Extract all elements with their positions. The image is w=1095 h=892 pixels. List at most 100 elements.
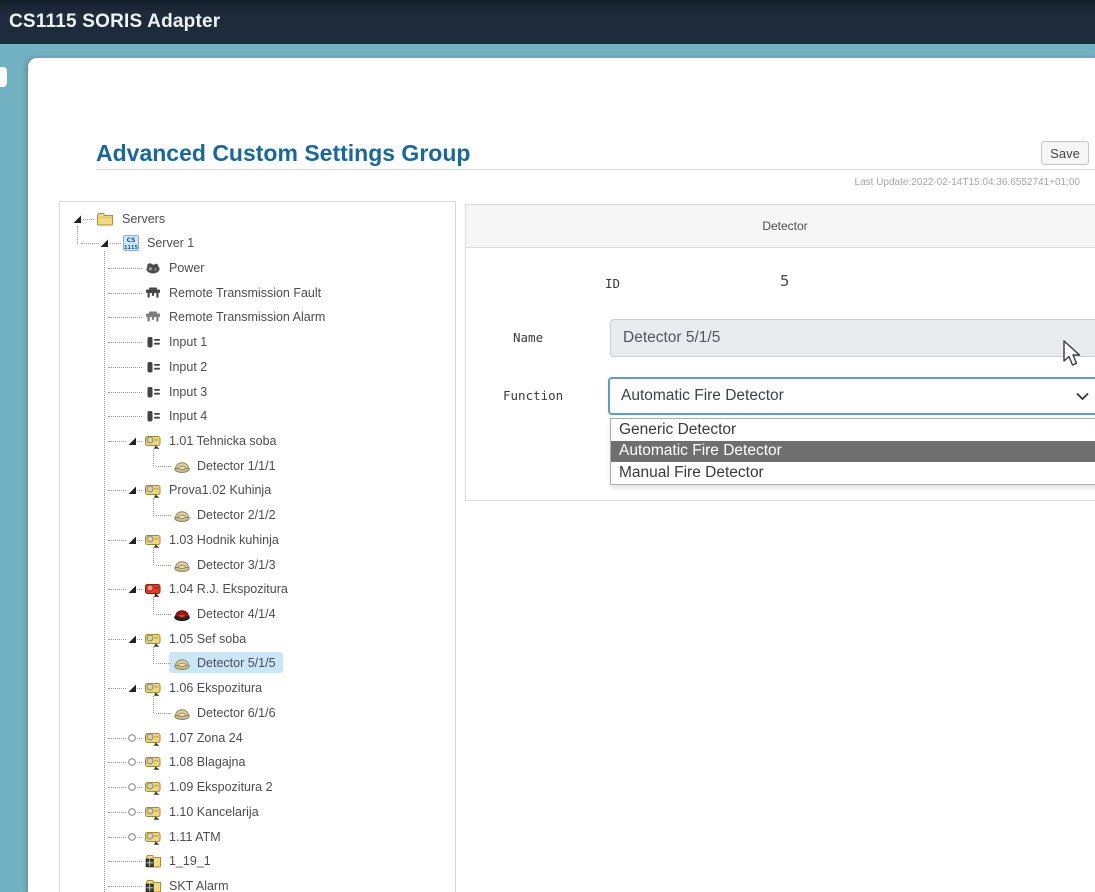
tree-row[interactable]: Prova1.02 Kuhinja (60, 479, 455, 501)
tree-row[interactable]: Remote Transmission Fault (60, 282, 455, 304)
remote-transmission-alarm-icon (144, 309, 162, 325)
tree-row[interactable]: 1.03 Hodnik kuhinja (60, 529, 455, 551)
tree-row[interactable]: 1_19_1 (60, 850, 455, 872)
tree-row[interactable]: 1.05 Sef soba (60, 628, 455, 650)
tree-row[interactable]: Detector 5/1/5 (60, 652, 455, 674)
tree-row[interactable]: Detector 6/1/6 (60, 702, 455, 724)
tree-connector (156, 565, 171, 566)
id-value: 5 (780, 272, 789, 290)
expander-expanded-icon[interactable] (99, 238, 109, 248)
tree-row[interactable]: Remote Transmission Alarm (60, 306, 455, 328)
tree-row[interactable]: CS1115 Server 1 (60, 232, 455, 254)
save-button[interactable]: Save (1041, 141, 1089, 165)
tree-item-label: 1.05 Sef soba (169, 632, 246, 646)
tree-connector (108, 416, 142, 417)
tree-connector (108, 861, 142, 862)
tree-row[interactable]: Input 2 (60, 356, 455, 378)
tree-item-label: Server 1 (147, 236, 194, 250)
tree-item-label: Remote Transmission Alarm (169, 310, 325, 324)
svg-text:1115: 1115 (124, 245, 138, 251)
left-edge-tab[interactable] (0, 67, 7, 87)
zone-icon (144, 680, 162, 696)
name-field[interactable] (610, 319, 1095, 357)
svg-text:CS: CS (127, 237, 136, 244)
content-card: Advanced Custom Settings Group Save Last… (28, 58, 1095, 892)
tree-row[interactable]: 1.09 Ekspozitura 2 (60, 776, 455, 798)
function-option-highlighted[interactable]: Automatic Fire Detector (611, 441, 1095, 463)
tree-row[interactable]: 1.01 Tehnicka soba (60, 430, 455, 452)
tree-item-label: 1.01 Tehnicka soba (169, 434, 277, 448)
detector-icon (173, 655, 191, 671)
tree-connector (156, 663, 171, 664)
expander-expanded-icon[interactable] (127, 485, 137, 495)
function-option[interactable]: Manual Fire Detector (611, 462, 1095, 484)
tree-row[interactable]: Detector 3/1/3 (60, 554, 455, 576)
name-label: Name (513, 330, 543, 345)
id-label: ID (605, 276, 620, 291)
zone-icon (144, 532, 162, 548)
tree-row[interactable]: Servers (60, 208, 455, 230)
function-option[interactable]: Generic Detector (611, 419, 1095, 441)
expander-collapsed-icon[interactable] (127, 832, 137, 842)
tree-row[interactable]: SKT Alarm (60, 875, 455, 892)
function-select-value: Automatic Fire Detector (621, 387, 784, 405)
tree-item-label: 1.11 ATM (169, 830, 221, 844)
tree-item-label: Input 1 (169, 335, 207, 349)
detector-alarm-red-icon (173, 606, 191, 622)
tree-item-label: Remote Transmission Fault (169, 286, 321, 300)
tree-item-label: Servers (122, 212, 165, 226)
tree-row[interactable]: Detector 2/1/2 (60, 504, 455, 526)
tree-row[interactable]: Input 1 (60, 331, 455, 353)
zone-icon (144, 730, 162, 746)
zone-icon (144, 482, 162, 498)
tree-row[interactable]: Power (60, 257, 455, 279)
chevron-down-icon (1076, 392, 1089, 401)
tree-connector (156, 466, 171, 467)
last-update-timestamp: Last Update:2022-02-14T15:04:36.6552741+… (855, 177, 1080, 188)
expander-expanded-icon[interactable] (127, 634, 137, 644)
tree-row[interactable]: Detector 1/1/1 (60, 455, 455, 477)
expander-expanded-icon[interactable] (127, 584, 137, 594)
expander-collapsed-icon[interactable] (127, 733, 137, 743)
detector-icon (173, 557, 191, 573)
tree-connector (108, 342, 142, 343)
tree-connector (83, 219, 94, 220)
tree-row[interactable]: Input 4 (60, 405, 455, 427)
detector-icon (173, 507, 191, 523)
tree-item-label: Input 2 (169, 360, 207, 374)
tree-row[interactable]: 1.08 Blagajna (60, 751, 455, 773)
expander-collapsed-icon[interactable] (127, 782, 137, 792)
device-folder-icon (144, 878, 162, 892)
tree-row[interactable]: 1.11 ATM (60, 826, 455, 848)
tree-row[interactable]: 1.04 R.J. Ekspozitura (60, 578, 455, 600)
tree-item-label: 1_19_1 (169, 854, 211, 868)
tree-row[interactable]: Detector 4/1/4 (60, 603, 455, 625)
tree-item-label: 1.04 R.J. Ekspozitura (169, 582, 288, 596)
tree-item-label: Detector 2/1/2 (197, 508, 276, 522)
tree-row[interactable]: 1.07 Zona 24 (60, 727, 455, 749)
tree-row[interactable]: 1.10 Kancelarija (60, 801, 455, 823)
tree-connector (108, 317, 142, 318)
zone-icon (144, 829, 162, 845)
expander-collapsed-icon[interactable] (127, 757, 137, 767)
tree-connector (156, 515, 171, 516)
tree-item-label: Prova1.02 Kuhinja (169, 483, 271, 497)
top-bar: CS1115 SORIS Adapter (0, 0, 1095, 44)
application-window: CS1115 SORIS Adapter Advanced Custom Set… (0, 0, 1095, 892)
expander-expanded-icon[interactable] (127, 683, 137, 693)
expander-expanded-icon[interactable] (127, 535, 137, 545)
device-folder-icon (144, 853, 162, 869)
remote-transmission-fault-icon (144, 285, 162, 301)
tree-item-label: Detector 3/1/3 (197, 558, 276, 572)
tree-item-label: SKT Alarm (169, 879, 229, 892)
zone-icon (144, 804, 162, 820)
zone-icon (144, 433, 162, 449)
tree-row[interactable]: Input 3 (60, 381, 455, 403)
expander-expanded-icon[interactable] (72, 214, 82, 224)
function-select[interactable]: Automatic Fire Detector (608, 377, 1095, 415)
power-icon (144, 260, 162, 276)
expander-expanded-icon[interactable] (127, 436, 137, 446)
expander-collapsed-icon[interactable] (127, 807, 137, 817)
header-divider (96, 169, 1095, 170)
tree-row[interactable]: 1.06 Ekspozitura (60, 677, 455, 699)
